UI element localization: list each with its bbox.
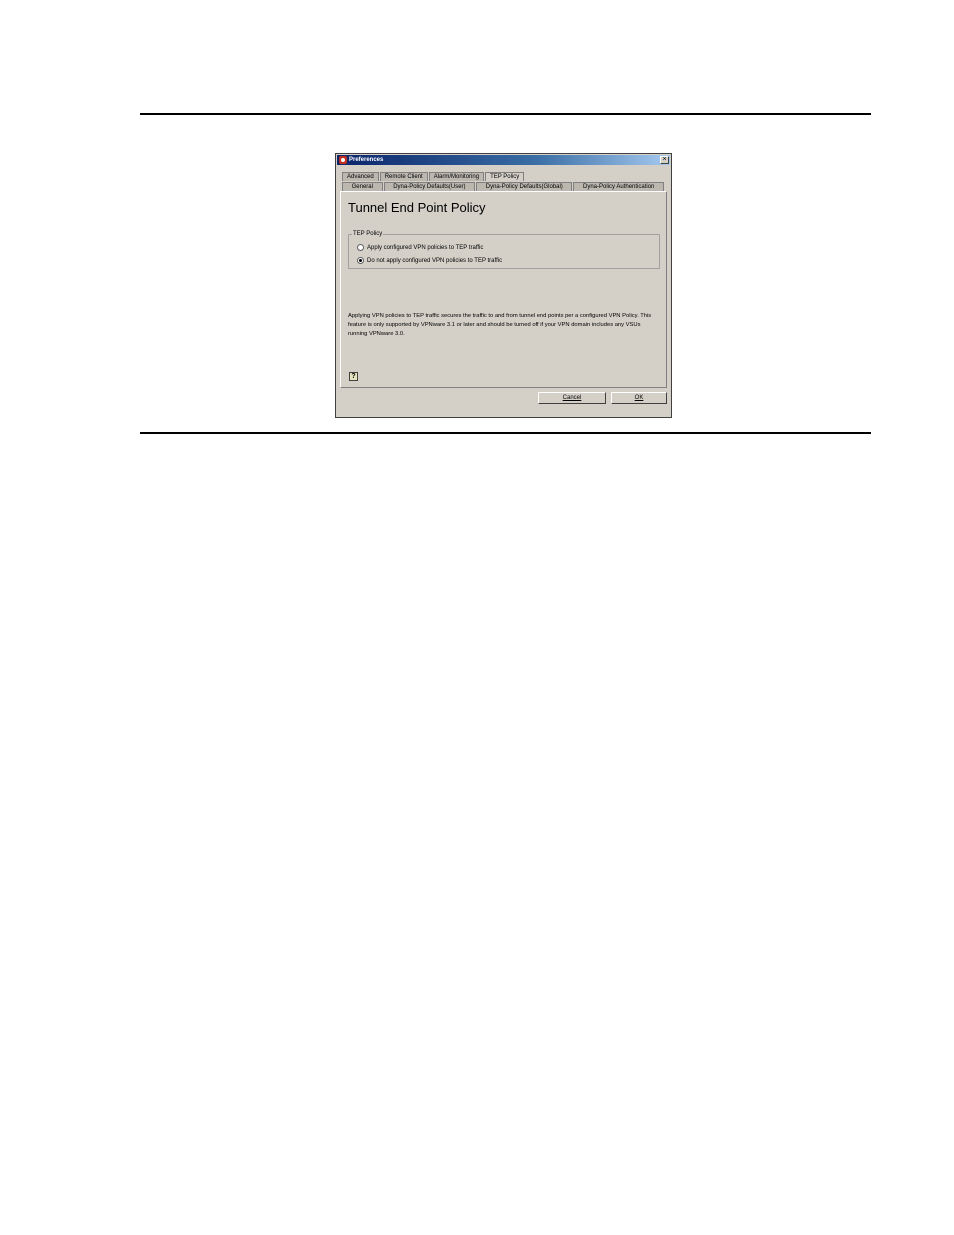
policy-description: Applying VPN policies to TEP traffic sec… bbox=[348, 313, 652, 337]
cancel-button-label: Cancel bbox=[562, 395, 582, 401]
option-apply-vpn-policies[interactable]: Apply configured VPN policies to TEP tra… bbox=[357, 244, 483, 251]
tab-dyna-policy-defaults-global[interactable]: Dyna-Policy Defaults(Global) bbox=[476, 182, 573, 191]
radio-apply[interactable] bbox=[357, 244, 364, 251]
tep-policy-group: TEP Policy Apply configured VPN policies… bbox=[348, 230, 660, 269]
option-label-apply: Apply configured VPN policies to TEP tra… bbox=[367, 244, 484, 251]
radio-do-not-apply[interactable] bbox=[357, 257, 364, 264]
title-bar[interactable]: Preferences × bbox=[337, 155, 670, 165]
tab-advanced[interactable]: Advanced bbox=[342, 172, 379, 181]
tab-general[interactable]: General bbox=[342, 182, 383, 191]
close-icon[interactable]: × bbox=[660, 156, 669, 164]
tep-policy-panel: Tunnel End Point Policy TEP Policy Apply… bbox=[340, 191, 667, 388]
tab-row-secondary: General Dyna-Policy Defaults(User) Dyna-… bbox=[342, 182, 665, 191]
tab-row-primary: Advanced Remote Client Alarm/Monitoring … bbox=[342, 172, 525, 181]
help-icon[interactable]: ? bbox=[349, 372, 358, 381]
app-logo-icon bbox=[339, 156, 347, 164]
option-do-not-apply-vpn-policies[interactable]: Do not apply configured VPN policies to … bbox=[357, 257, 502, 264]
tab-dyna-policy-authentication[interactable]: Dyna-Policy Authentication bbox=[573, 182, 664, 191]
ok-button[interactable]: OK bbox=[611, 392, 667, 404]
cancel-button[interactable]: Cancel bbox=[538, 392, 606, 404]
top-rule bbox=[140, 113, 871, 115]
tab-alarm-monitoring[interactable]: Alarm/Monitoring bbox=[428, 172, 485, 181]
preferences-dialog: Preferences × Advanced Remote Client Ala… bbox=[335, 153, 672, 418]
tab-dyna-policy-defaults-user[interactable]: Dyna-Policy Defaults(User) bbox=[383, 182, 476, 191]
tab-remote-client[interactable]: Remote Client bbox=[379, 172, 428, 181]
group-label: TEP Policy bbox=[352, 230, 384, 238]
ok-button-label: OK bbox=[634, 395, 644, 401]
option-label-do-not-apply: Do not apply configured VPN policies to … bbox=[367, 257, 503, 264]
bottom-rule bbox=[140, 432, 871, 434]
tab-tep-policy[interactable]: TEP Policy bbox=[485, 172, 525, 181]
panel-heading: Tunnel End Point Policy bbox=[348, 200, 486, 215]
window-title: Preferences bbox=[349, 157, 384, 163]
